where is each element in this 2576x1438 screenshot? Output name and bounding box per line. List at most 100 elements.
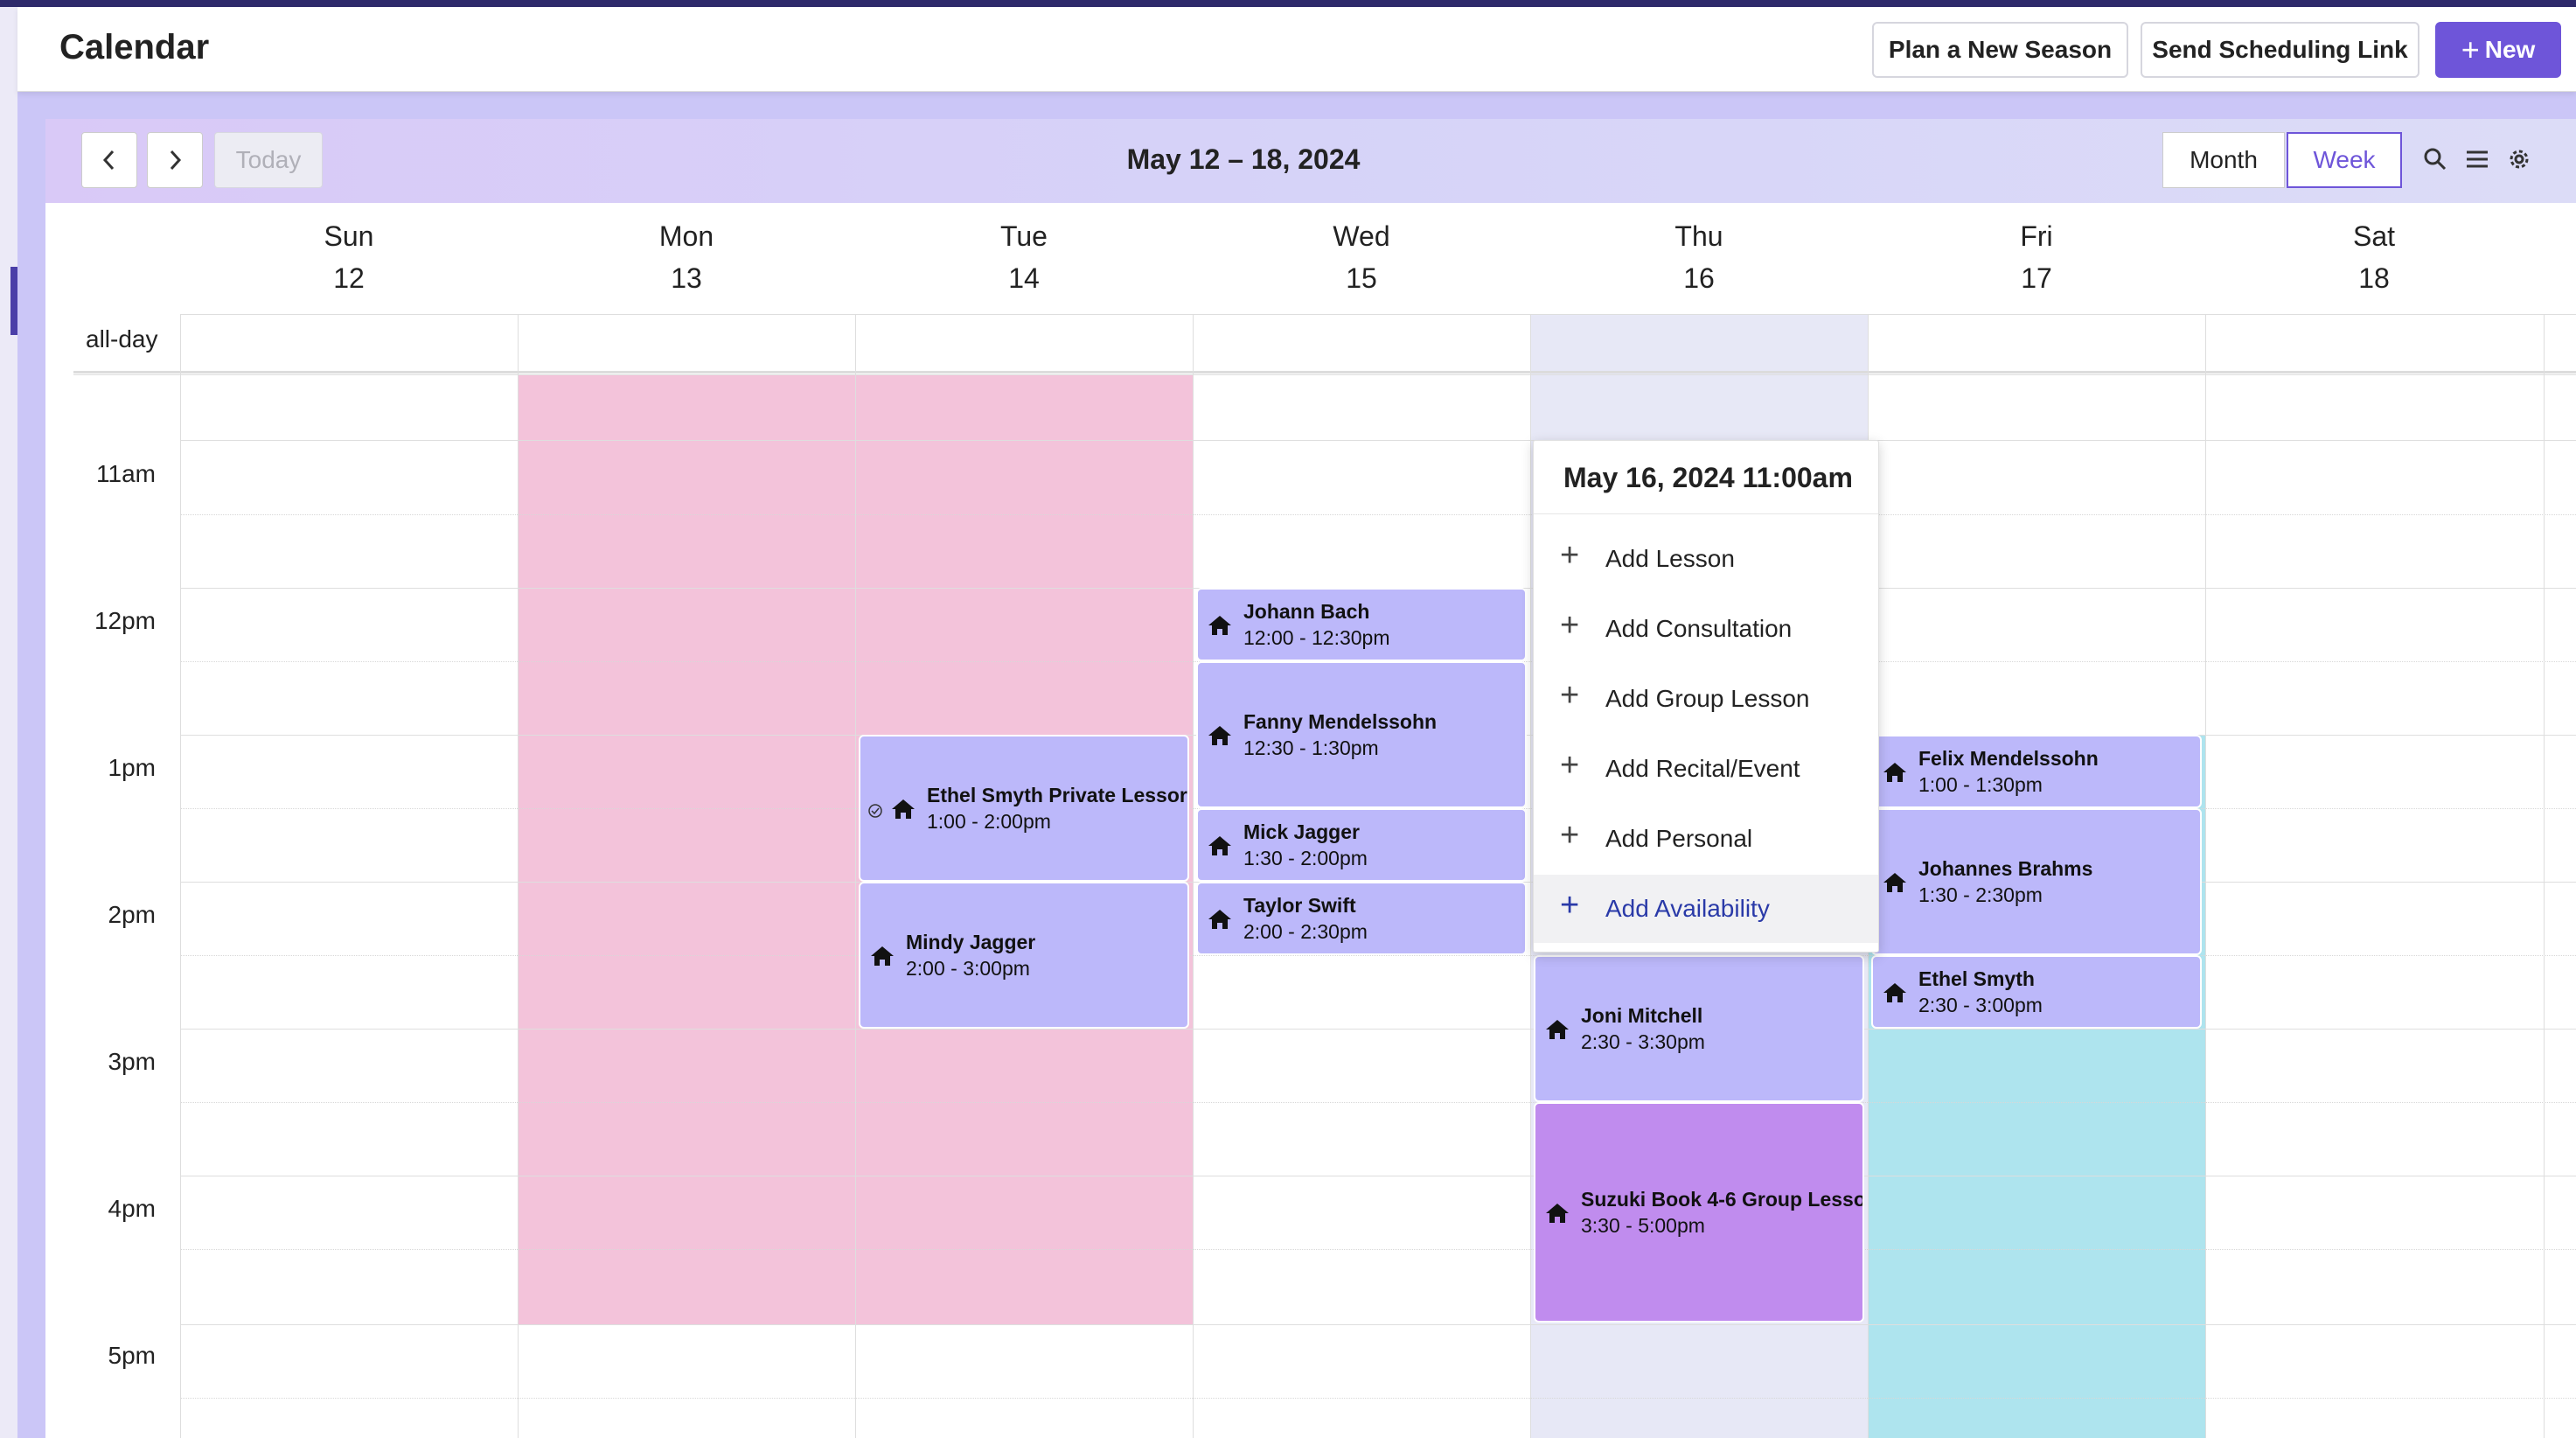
plus-icon: +: [1560, 537, 1580, 574]
time-label-11am: 11am: [96, 460, 156, 487]
calendar-toolbar: Today May 12 – 18, 2024 Month Week: [45, 119, 2576, 203]
plus-icon: +: [1560, 607, 1580, 644]
grid-line: [180, 314, 2576, 315]
event-time: 1:30 - 2:30pm: [1918, 883, 2043, 906]
menu-add-personal[interactable]: + Add Personal: [1534, 805, 1878, 873]
event-time: 3:30 - 5:00pm: [1581, 1214, 1705, 1237]
event-name: Felix Mendelssohn: [1918, 747, 2099, 770]
event-ethel-smyth[interactable]: Ethel Smyth 2:30 - 3:00pm: [1871, 955, 2202, 1029]
event-joni-mitchell[interactable]: Joni Mitchell 2:30 - 3:30pm: [1534, 955, 1864, 1102]
app-header: Calendar Plan a New Season Send Scheduli…: [17, 7, 2576, 92]
day-date: 15: [1346, 262, 1377, 294]
plan-new-season-label: Plan a New Season: [1888, 36, 2113, 63]
gear-icon[interactable]: [2505, 145, 2533, 173]
event-name: Ethel Smyth: [1918, 967, 2035, 990]
plus-icon: +: [1560, 747, 1580, 784]
page-title: Calendar: [59, 28, 210, 66]
grid-line: [180, 1102, 2576, 1103]
menu-add-availability[interactable]: + Add Availability: [1534, 875, 1878, 943]
event-time: 2:30 - 3:00pm: [1918, 994, 2043, 1016]
check-circle-icon: [868, 804, 882, 818]
event-mindy-jagger[interactable]: Mindy Jagger 2:00 - 3:00pm: [859, 882, 1189, 1029]
search-icon[interactable]: [2421, 145, 2449, 173]
day-name: Sun: [324, 220, 374, 252]
event-fanny-mendelssohn[interactable]: Fanny Mendelssohn 12:30 - 1:30pm: [1196, 661, 1527, 808]
event-time: 2:00 - 3:00pm: [906, 957, 1030, 980]
week-view-label: Week: [2313, 146, 2376, 173]
menu-item-label: Add Availability: [1605, 895, 1770, 922]
home-icon: [1883, 983, 1906, 1002]
event-johannes-brahms[interactable]: Johannes Brahms 1:30 - 2:30pm: [1871, 808, 2202, 955]
menu-item-label: Add Lesson: [1605, 545, 1735, 572]
grid-line: [180, 1398, 2576, 1399]
menu-item-label: Add Group Lesson: [1605, 685, 1810, 712]
week-grid: Sun 12 Mon 13 Tue 14 Wed 15 Thu 16 Fri 17 Sat 1…: [45, 203, 2576, 1438]
time-label-5pm: 5pm: [108, 1342, 156, 1369]
day-name: Thu: [1674, 220, 1723, 252]
time-label-3pm: 3pm: [108, 1048, 156, 1075]
event-name: Mindy Jagger: [906, 931, 1036, 953]
menu-item-label: Add Consultation: [1605, 615, 1793, 642]
time-label-4pm: 4pm: [108, 1195, 156, 1222]
grid-line: [180, 1029, 2576, 1030]
grid-line: [180, 314, 181, 1438]
event-name: Mick Jagger: [1243, 820, 1360, 843]
popup-title: May 16, 2024 11:00am: [1563, 462, 1853, 493]
event-mick-jagger[interactable]: Mick Jagger 1:30 - 2:00pm: [1196, 808, 1527, 882]
event-name: Fanny Mendelssohn: [1243, 710, 1438, 733]
day-date: 13: [671, 262, 702, 294]
menu-item-label: Add Recital/Event: [1605, 755, 1800, 782]
plus-icon: +: [1560, 817, 1580, 854]
event-felix-mendelssohn[interactable]: Felix Mendelssohn 1:00 - 1:30pm: [1871, 735, 2202, 808]
home-icon: [892, 799, 915, 819]
grid-line: [180, 514, 2576, 515]
event-time: 2:00 - 2:30pm: [1243, 920, 1368, 943]
plus-icon: +: [2461, 31, 2480, 67]
event-time: 12:00 - 12:30pm: [1243, 626, 1390, 649]
event-suzuki-group-lesson[interactable]: Suzuki Book 4-6 Group Lesso 3:30 - 5:00p…: [1534, 1102, 1864, 1323]
grid-line: [180, 1324, 2576, 1325]
plan-new-season-button[interactable]: Plan a New Season: [1872, 22, 2128, 78]
event-name: Ethel Smyth Private Lessor: [927, 784, 1187, 806]
event-name: Johann Bach: [1243, 600, 1370, 623]
calendar-main: Today May 12 – 18, 2024 Month Week Sun 12…: [45, 119, 2576, 1438]
send-scheduling-link-button[interactable]: Send Scheduling Link: [2141, 22, 2419, 78]
event-taylor-swift[interactable]: Taylor Swift 2:00 - 2:30pm: [1196, 882, 1527, 955]
add-event-popup: May 16, 2024 11:00am + Add Lesson + Add …: [1533, 440, 1879, 953]
home-icon: [1883, 763, 1906, 782]
home-icon: [1208, 616, 1231, 635]
plus-icon: +: [1560, 887, 1580, 924]
menu-add-recital-event[interactable]: + Add Recital/Event: [1534, 735, 1878, 803]
event-johann-bach[interactable]: Johann Bach 12:00 - 12:30pm: [1196, 588, 1527, 661]
grid-line: [180, 955, 2576, 956]
month-view-label: Month: [2190, 146, 2258, 173]
day-date: 17: [2021, 262, 2052, 294]
home-icon: [871, 946, 894, 966]
grid-line: [518, 314, 519, 1438]
home-icon: [1546, 1204, 1569, 1223]
menu-item-label: Add Personal: [1605, 825, 1753, 852]
day-date: 14: [1008, 262, 1040, 294]
event-name: Johannes Brahms: [1918, 857, 2093, 880]
event-ethel-smyth-private-lesson[interactable]: Ethel Smyth Private Lessor 1:00 - 2:00pm: [859, 735, 1189, 882]
menu-add-consultation[interactable]: + Add Consultation: [1534, 595, 1878, 663]
time-label-1pm: 1pm: [108, 754, 156, 781]
home-icon: [1883, 873, 1906, 892]
left-rail: [0, 7, 17, 1438]
week-view-button[interactable]: Week: [2287, 132, 2402, 188]
all-day-divider: [73, 371, 2576, 373]
list-icon[interactable]: [2463, 145, 2491, 173]
time-label-2pm: 2pm: [108, 901, 156, 928]
day-name: Tue: [1000, 220, 1048, 252]
grid-line: [2544, 314, 2545, 1438]
month-view-button[interactable]: Month: [2162, 132, 2285, 188]
date-range-title: May 12 – 18, 2024: [1126, 143, 1361, 175]
menu-add-lesson[interactable]: + Add Lesson: [1534, 525, 1878, 593]
grid-line: [180, 374, 2576, 375]
menu-add-group-lesson[interactable]: + Add Group Lesson: [1534, 665, 1878, 733]
grid-line: [73, 374, 180, 375]
home-icon: [1208, 726, 1231, 745]
day-name: Mon: [658, 220, 714, 252]
grid-line: [1193, 314, 1194, 1438]
new-button[interactable]: + New: [2435, 22, 2561, 78]
